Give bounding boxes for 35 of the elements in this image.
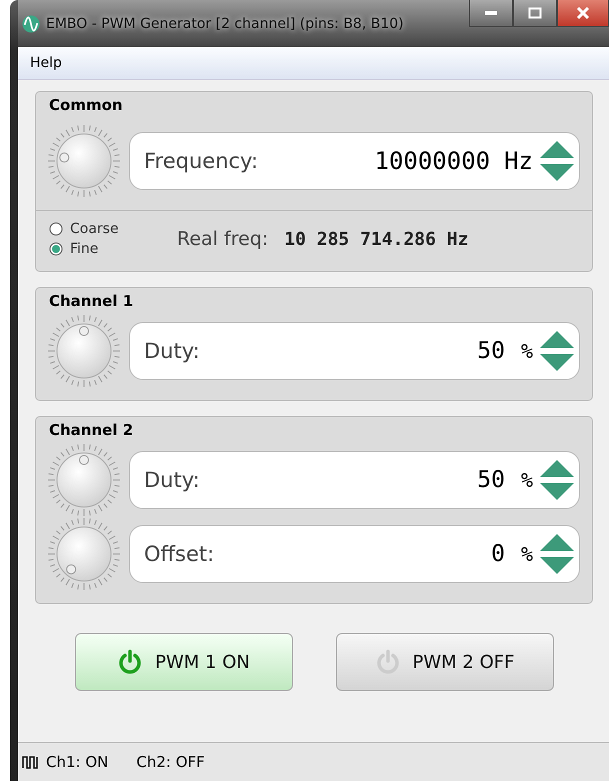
close-button[interactable] — [557, 0, 609, 27]
knob[interactable] — [46, 442, 122, 518]
power-icon — [374, 649, 401, 675]
group-title: Common — [48, 96, 124, 116]
spin-field[interactable]: Frequency: 10000000 Hz — [129, 132, 580, 190]
knob[interactable] — [46, 313, 122, 389]
radio-option[interactable]: Fine — [49, 241, 177, 257]
sine-wave-icon — [22, 14, 40, 32]
spin-field[interactable]: Duty: 50 % — [129, 322, 580, 380]
real-freq-value: 10 285 714.286 Hz — [284, 228, 468, 250]
pulse-wave-icon — [22, 755, 40, 769]
spin-arrows-icon[interactable] — [539, 140, 575, 182]
spin-field[interactable]: Duty: 50 % — [129, 451, 580, 509]
minimize-icon — [484, 10, 498, 16]
spin-arrows-icon[interactable] — [539, 533, 575, 575]
real-freq-label: Real freq: — [177, 228, 268, 250]
window-title: EMBO - PWM Generator [2 channel] (pins: B8, B10) — [46, 16, 404, 32]
close-icon — [576, 7, 590, 19]
maximize-button[interactable] — [513, 0, 557, 27]
power-icon — [117, 649, 144, 675]
spin-arrows-icon[interactable] — [539, 459, 575, 501]
spin-field[interactable]: Offset: 0 % — [129, 525, 580, 583]
knob[interactable] — [46, 516, 122, 592]
status-text: Ch1: ON — [46, 753, 108, 771]
pwm-toggle-button[interactable]: PWM 1 ON — [74, 633, 292, 691]
status-text: Ch2: OFF — [136, 753, 205, 771]
maximize-icon — [528, 7, 542, 19]
group-title: Channel 2 — [48, 421, 134, 441]
pwm-toggle-button[interactable]: PWM 2 OFF — [336, 633, 554, 691]
menu-item[interactable]: Help — [30, 53, 62, 73]
spin-arrows-icon[interactable] — [539, 330, 575, 372]
knob[interactable] — [46, 123, 122, 199]
radio-option[interactable]: Coarse — [49, 221, 177, 237]
group-title: Channel 1 — [48, 292, 134, 312]
minimize-button[interactable] — [469, 0, 513, 27]
